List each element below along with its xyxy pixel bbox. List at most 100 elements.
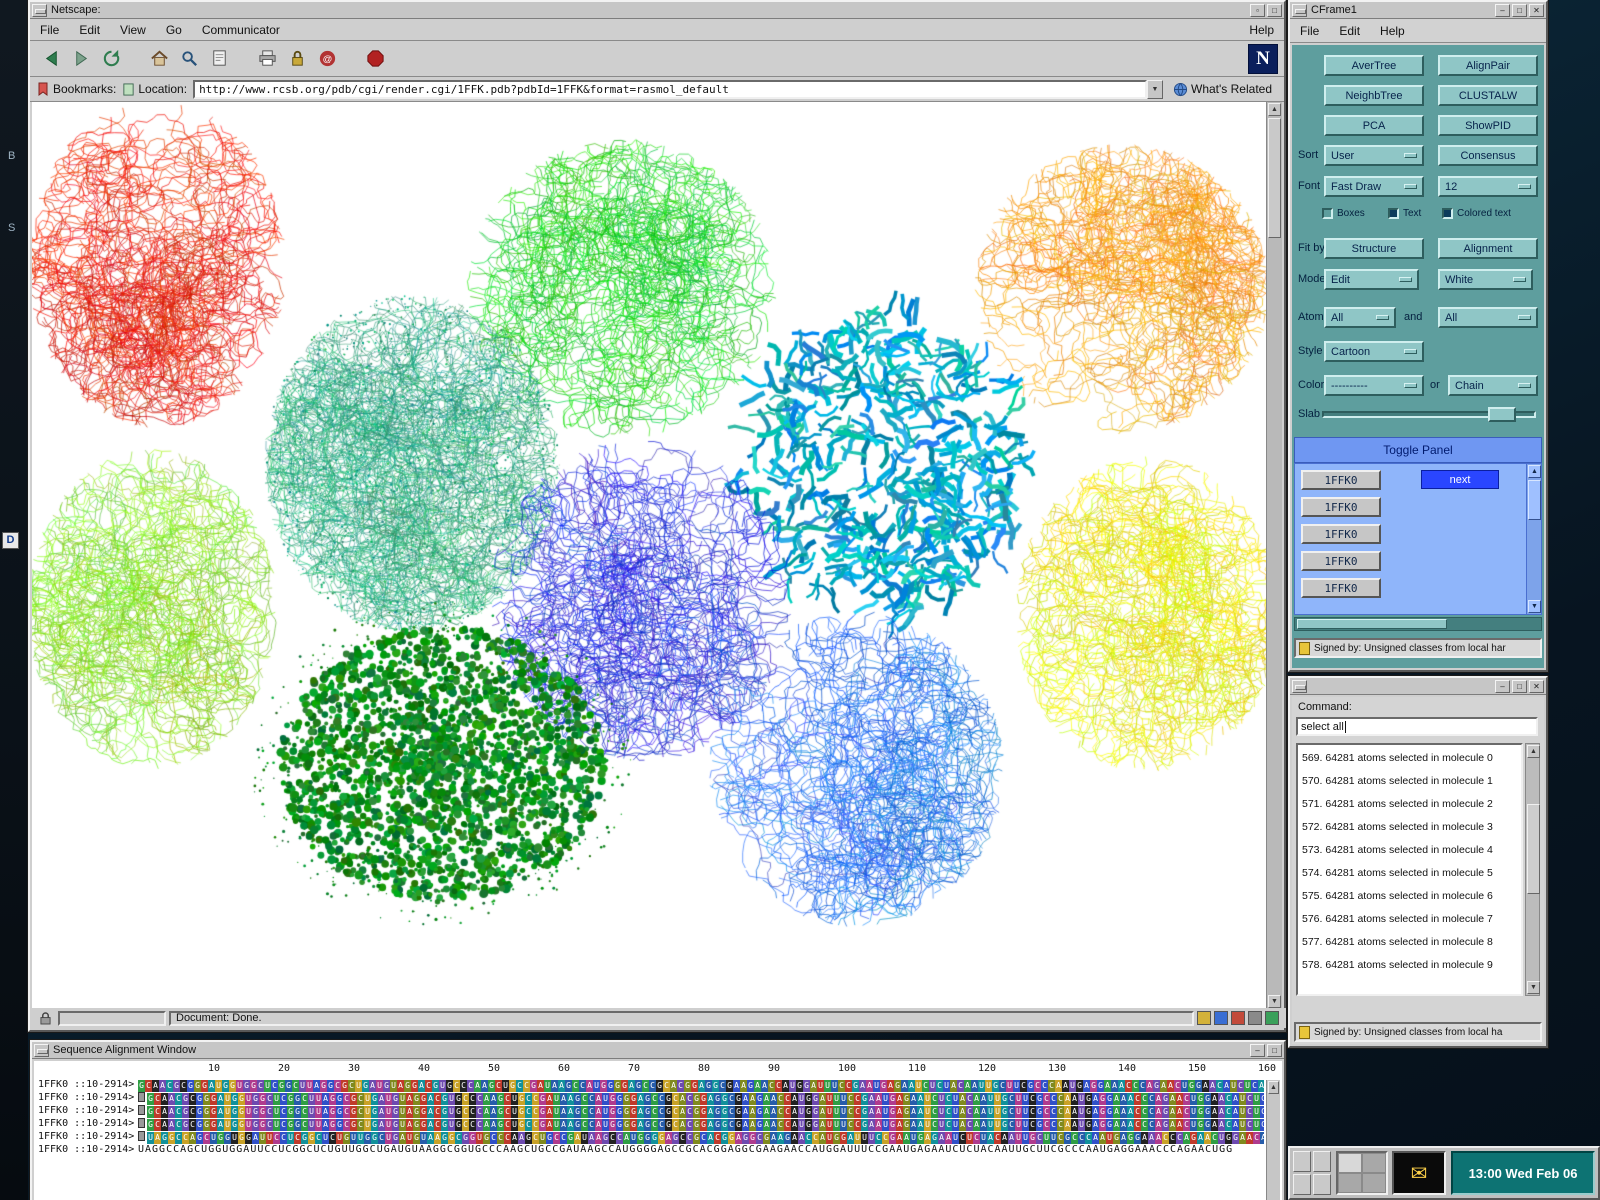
menu-file[interactable]: File <box>30 21 69 39</box>
component-icon[interactable] <box>1248 1011 1262 1025</box>
forward-icon[interactable] <box>68 46 94 72</box>
stop-icon[interactable] <box>362 46 388 72</box>
scroll-down-icon[interactable]: ▼ <box>1527 981 1540 994</box>
maximize-button[interactable]: □ <box>1267 1044 1282 1057</box>
taskbar-button[interactable] <box>1313 1174 1331 1195</box>
sequence-label[interactable]: 1FFK0 ::10-2914> <box>38 1079 138 1090</box>
colored-text-checkbox[interactable]: Colored text <box>1442 208 1511 219</box>
menu-view[interactable]: View <box>110 21 156 39</box>
browser-scrollbar[interactable]: ▲ ▼ <box>1266 102 1282 1009</box>
taskbar-button[interactable] <box>1313 1151 1331 1172</box>
sequence-label[interactable]: 1FFK0 ::10-2914> <box>38 1144 138 1155</box>
structure-toggle-button[interactable]: 1FFK0 <box>1301 578 1381 598</box>
component-icon[interactable] <box>1265 1011 1279 1025</box>
fit-structure-button[interactable]: Structure <box>1324 238 1424 259</box>
sequence-label[interactable]: 1FFK0 ::10-2914> <box>38 1105 138 1116</box>
atoms1-option-menu[interactable]: All <box>1324 307 1396 328</box>
window-menu-button[interactable] <box>1292 680 1307 693</box>
shop-icon[interactable]: @ <box>314 46 340 72</box>
whats-related-label[interactable]: What's Related <box>1191 82 1272 96</box>
reload-icon[interactable] <box>98 46 124 72</box>
menu-help[interactable]: Help <box>1239 21 1284 39</box>
print-icon[interactable] <box>254 46 280 72</box>
slab-slider-thumb[interactable] <box>1488 407 1516 422</box>
toggle-panel-header[interactable]: Toggle Panel <box>1294 437 1542 463</box>
workspace-cell[interactable] <box>1338 1153 1362 1173</box>
close-button[interactable]: ✕ <box>1529 680 1544 693</box>
menu-communicator[interactable]: Communicator <box>192 21 290 39</box>
clustalw-button[interactable]: CLUSTALW <box>1438 85 1538 106</box>
scroll-up-icon[interactable]: ▲ <box>1268 1081 1279 1094</box>
neighbtree-button[interactable]: NeighbTree <box>1324 85 1424 106</box>
fit-alignment-button[interactable]: Alignment <box>1438 238 1538 259</box>
font-option-menu[interactable]: Fast Draw <box>1324 176 1424 197</box>
home-icon[interactable] <box>146 46 172 72</box>
window-menu-button[interactable] <box>34 1044 49 1057</box>
consensus-button[interactable]: Consensus <box>1438 145 1538 166</box>
component-icon[interactable] <box>1197 1011 1211 1025</box>
location-input[interactable] <box>193 80 1147 99</box>
menu-file[interactable]: File <box>1290 22 1329 40</box>
search-icon[interactable] <box>176 46 202 72</box>
scroll-up-icon[interactable]: ▲ <box>1527 745 1540 758</box>
desktop-icon[interactable]: D <box>2 532 19 549</box>
cframe-titlebar[interactable]: CFrame1 – □ ✕ <box>1290 2 1546 19</box>
netscape-throbber[interactable]: N <box>1248 44 1278 74</box>
next-button[interactable]: next <box>1421 470 1499 489</box>
atoms2-option-menu[interactable]: All <box>1438 307 1538 328</box>
workspace-cell[interactable] <box>1338 1173 1362 1193</box>
component-icon[interactable] <box>1214 1011 1228 1025</box>
pca-button[interactable]: PCA <box>1324 115 1424 136</box>
scroll-down-icon[interactable]: ▼ <box>1268 995 1281 1008</box>
alignment-titlebar[interactable]: Sequence Alignment Window – □ <box>32 1042 1284 1059</box>
window-menu-button[interactable] <box>32 4 47 17</box>
color1-option-menu[interactable]: ---------- <box>1324 375 1424 396</box>
minimize-button[interactable]: – <box>1495 4 1510 17</box>
scroll-up-icon[interactable]: ▲ <box>1528 465 1541 478</box>
minimize-button[interactable]: ▫ <box>1250 4 1265 17</box>
scroll-up-icon[interactable]: ▲ <box>1268 103 1281 116</box>
showpid-button[interactable]: ShowPID <box>1438 115 1538 136</box>
row-marker-icon[interactable] <box>138 1092 145 1102</box>
sequence-label[interactable]: 1FFK0 ::10-2914> <box>38 1092 138 1103</box>
log-scrollbar[interactable]: ▲ ▼ <box>1525 743 1540 996</box>
command-log[interactable]: 569. 64281 atoms selected in molecule 05… <box>1296 743 1523 996</box>
location-dropdown-button[interactable]: ▼ <box>1147 80 1163 99</box>
mode-option-menu[interactable]: Edit <box>1324 269 1419 290</box>
list-scrollbar[interactable]: ▲ ▼ <box>1526 464 1541 614</box>
menu-help[interactable]: Help <box>1370 22 1415 40</box>
security-icon[interactable] <box>284 46 310 72</box>
scrollbar-thumb[interactable] <box>1297 619 1447 629</box>
structure-toggle-button[interactable]: 1FFK0 <box>1301 551 1381 571</box>
workspace-pager[interactable] <box>1336 1151 1388 1195</box>
structure-toggle-button[interactable]: 1FFK0 <box>1301 497 1381 517</box>
list-hscrollbar[interactable] <box>1294 617 1542 631</box>
font-size-option-menu[interactable]: 12 <box>1438 176 1538 197</box>
maximize-button[interactable]: □ <box>1512 4 1527 17</box>
boxes-checkbox[interactable]: Boxes <box>1322 208 1365 219</box>
maximize-button[interactable]: □ <box>1267 4 1282 17</box>
sequence-label[interactable]: 1FFK0 ::10-2914> <box>38 1131 138 1142</box>
component-icon[interactable] <box>1231 1011 1245 1025</box>
background-option-menu[interactable]: White <box>1438 269 1533 290</box>
row-marker-icon[interactable] <box>138 1131 145 1141</box>
row-marker-icon[interactable] <box>138 1105 145 1115</box>
command-titlebar[interactable]: – □ ✕ <box>1290 678 1546 695</box>
color2-option-menu[interactable]: Chain <box>1448 375 1538 396</box>
minimize-button[interactable]: – <box>1495 680 1510 693</box>
workspace-cell[interactable] <box>1362 1173 1386 1193</box>
scrollbar-thumb[interactable] <box>1527 804 1540 894</box>
structure-toggle-button[interactable]: 1FFK0 <box>1301 470 1381 490</box>
close-button[interactable]: ✕ <box>1529 4 1544 17</box>
maximize-button[interactable]: □ <box>1512 680 1527 693</box>
mail-icon[interactable]: ✉ <box>1392 1151 1446 1195</box>
back-icon[interactable] <box>38 46 64 72</box>
sort-option-menu[interactable]: User <box>1324 145 1424 166</box>
structure-toggle-button[interactable]: 1FFK0 <box>1301 524 1381 544</box>
menu-go[interactable]: Go <box>156 21 192 39</box>
menu-edit[interactable]: Edit <box>1329 22 1370 40</box>
window-menu-button[interactable] <box>1292 4 1307 17</box>
netscape-titlebar[interactable]: Netscape: ▫ □ <box>30 2 1284 19</box>
sequence-label[interactable]: 1FFK0 ::10-2914> <box>38 1118 138 1129</box>
scrollbar-thumb[interactable] <box>1528 480 1541 520</box>
